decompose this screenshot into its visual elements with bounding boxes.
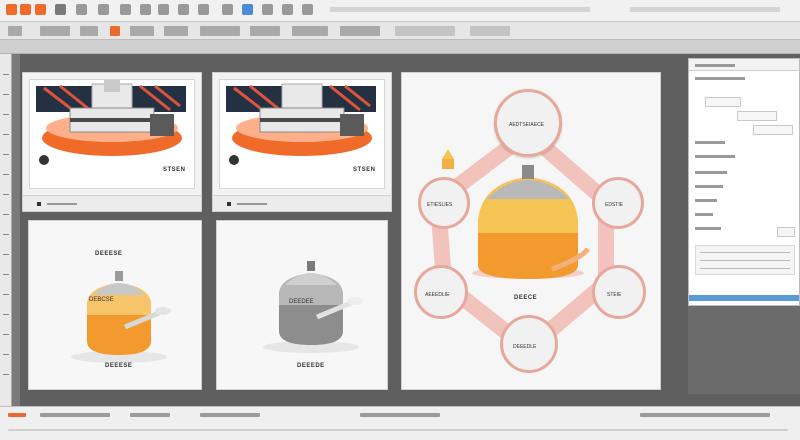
status-text [360,413,440,417]
slide-thumbnail-2[interactable]: STSEN [212,72,392,212]
app-logo-icon[interactable] [6,4,17,15]
play-icon[interactable] [227,202,231,206]
slide-thumbnail-1[interactable]: STSEN [22,72,202,212]
status-text [40,413,110,417]
properties-title [695,64,735,67]
diagram-node-right[interactable]: EDSTIE [592,177,644,229]
property-label [695,213,713,216]
diagram-node-left[interactable]: ETIESLIES [418,177,470,229]
format-icon[interactable] [178,4,189,15]
node-label-bottom: DEEEDLE [513,344,537,350]
properties-header [689,59,799,71]
slide-thumbnail-3[interactable]: DEEESE DEBCSE DEEESE [28,220,202,390]
properties-panel-bottom [688,306,800,394]
status-text [130,413,170,417]
settings-icon[interactable] [302,4,313,15]
property-field[interactable] [753,125,793,135]
slide-title-3: DEEESE [95,251,123,257]
properties-footer-bar[interactable] [689,295,799,301]
table-icon[interactable] [262,4,273,15]
ribbon-tab-active[interactable] [110,26,120,36]
slide-controls-1 [23,195,201,211]
ribbon-tab[interactable] [470,26,510,36]
gray-vessel-illustration [263,261,363,353]
ribbon-tab[interactable] [80,26,98,36]
diagram-node-top[interactable]: AEDTSEIAECE [494,89,562,157]
toolbar-right-strip [630,7,780,12]
property-label [695,141,725,144]
diagram-node-bottom-right[interactable]: STEIE [592,265,646,319]
property-label [695,185,723,188]
status-divider [8,429,788,431]
slide-caption-4: DEEEDE [297,363,325,369]
property-field[interactable] [705,97,741,107]
slide-caption-2: STSEN [353,167,376,173]
ribbon-tab[interactable] [250,26,280,36]
ribbon-bar [0,22,800,40]
node-label-bottom-left: AEEEDLIE [425,292,450,298]
slide-caption-3: DEEESE [105,363,133,369]
play-icon[interactable] [37,202,41,206]
status-bar [0,406,800,440]
ribbon-tab[interactable] [340,26,380,36]
left-scroll-strip[interactable] [12,54,20,406]
open-icon[interactable] [35,4,46,15]
vertical-ruler [0,54,12,406]
copy-icon[interactable] [140,4,151,15]
paste-icon[interactable] [158,4,169,15]
main-toolbar [0,0,800,22]
orange-vessel-illustration [71,271,171,363]
vessel-label-4: DEEDEE [289,299,314,305]
slide-controls-2 [213,195,391,211]
shape-icon[interactable] [242,4,253,15]
slide-caption-1: STSEN [163,167,186,173]
property-button[interactable] [777,227,795,237]
new-icon[interactable] [20,4,31,15]
save-icon[interactable] [55,4,66,15]
ribbon-tab[interactable] [395,26,455,36]
properties-panel [688,58,800,306]
address-bar[interactable] [0,40,800,54]
image-icon[interactable] [222,4,233,15]
property-label [695,199,717,202]
progress-track[interactable] [47,203,77,205]
property-mini-table[interactable] [695,245,795,275]
ribbon-tab[interactable] [292,26,328,36]
redo-icon[interactable] [98,4,109,15]
property-label [695,227,721,230]
ribbon-tab[interactable] [40,26,70,36]
ribbon-tab[interactable] [164,26,188,36]
node-label-top: AEDTSEIAECE [509,122,545,128]
diagram-node-bottom[interactable]: DEEEDLE [500,315,558,373]
vessel-label-3: DEBCSE [89,297,114,303]
undo-icon[interactable] [76,4,87,15]
ribbon-tab[interactable] [200,26,240,36]
cut-icon[interactable] [120,4,131,15]
ribbon-tab[interactable] [8,26,22,36]
diagram-canvas[interactable]: AEDTSEIAECE ETIESLIES EDSTIE AEEEDLIE ST… [401,72,661,390]
property-label [695,77,745,80]
property-label [695,155,735,158]
node-label-right: EDSTIE [605,202,624,208]
property-label [695,171,727,174]
status-indicator[interactable] [8,413,26,417]
ribbon-tab[interactable] [130,26,154,36]
property-field[interactable] [737,111,777,121]
node-label-left: ETIESLIES [427,202,453,208]
chart-icon[interactable] [282,4,293,15]
diagram-center-label: DEECE [514,295,538,301]
status-text [200,413,260,417]
diagram-node-bottom-left[interactable]: AEEEDLIE [414,265,468,319]
slide-thumbnail-4[interactable]: DEEDEE DEEEDE [216,220,388,390]
zoom-control[interactable] [640,413,770,417]
insert-icon[interactable] [198,4,209,15]
progress-track[interactable] [237,203,267,205]
toolbar-search-strip[interactable] [330,7,590,12]
node-label-bottom-right: STEIE [607,292,622,298]
